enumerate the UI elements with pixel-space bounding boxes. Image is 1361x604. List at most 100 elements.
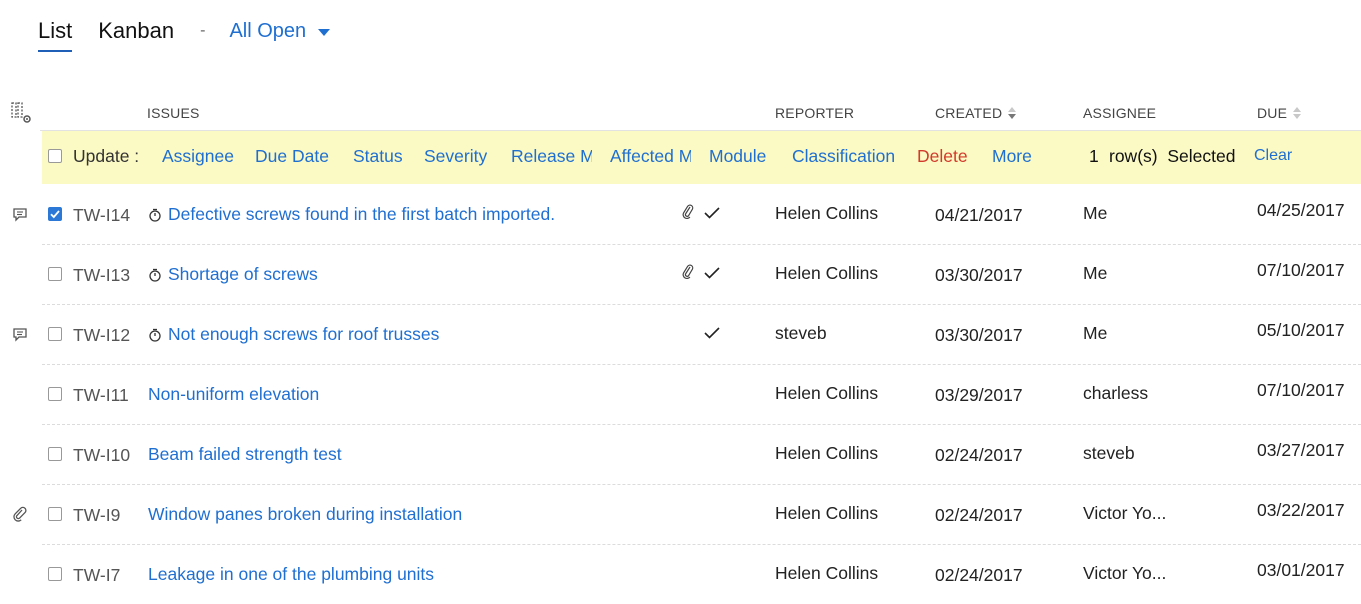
column-due[interactable]: DUE: [1257, 105, 1302, 121]
selected-count: 1: [1089, 146, 1099, 166]
bulk-release-milestone-button[interactable]: Release M: [511, 146, 592, 167]
table-row[interactable]: TW-I7 Leakage in one of the plumbing uni…: [42, 544, 1361, 604]
row-checkbox[interactable]: [48, 387, 62, 401]
table-row[interactable]: TW-I9 Window panes broken during install…: [42, 484, 1361, 545]
issue-title-link[interactable]: Shortage of screws: [168, 264, 318, 284]
attachment-icon[interactable]: [681, 204, 695, 220]
issue-id: TW-I11: [73, 385, 129, 405]
due-date[interactable]: 07/10/2017: [1257, 260, 1345, 281]
bulk-due-date-button[interactable]: Due Date: [255, 146, 329, 167]
bulk-action-bar: Update : Assignee Due Date Status Severi…: [42, 131, 1361, 184]
created-date: 03/30/2017: [935, 325, 1023, 345]
issue-title-link[interactable]: Defective screws found in the first batc…: [168, 204, 555, 224]
issue-title-link[interactable]: Beam failed strength test: [148, 444, 342, 465]
row-checkbox[interactable]: [48, 507, 62, 521]
checkmark-icon: [704, 267, 720, 279]
assignee[interactable]: Victor Yo...: [1083, 563, 1166, 584]
bulk-delete-button[interactable]: Delete: [917, 146, 968, 167]
bulk-affected-milestone-button[interactable]: Affected M: [610, 146, 691, 167]
comment-icon[interactable]: [12, 326, 28, 342]
created-date: 02/24/2017: [935, 565, 1023, 585]
column-created[interactable]: CREATED: [935, 105, 1017, 121]
filter-dropdown[interactable]: All Open: [229, 20, 331, 43]
bulk-status-button[interactable]: Status: [353, 146, 403, 167]
tab-kanban[interactable]: Kanban: [98, 18, 174, 50]
update-label: Update :: [73, 146, 140, 166]
select-all-checkbox[interactable]: [48, 149, 62, 163]
issue-title-link[interactable]: Non-uniform elevation: [148, 384, 319, 405]
reporter: Helen Collins: [775, 563, 879, 583]
attachment-icon[interactable]: [681, 264, 695, 280]
table-row[interactable]: TW-I12 Not enough screws for roof trusse…: [42, 304, 1361, 365]
view-switcher: List Kanban - All Open: [38, 18, 331, 54]
due-date[interactable]: 05/10/2017: [1257, 320, 1345, 341]
created-date: 04/21/2017: [935, 205, 1023, 225]
table-row[interactable]: TW-I10 Beam failed strength test Helen C…: [42, 424, 1361, 485]
reporter: Helen Collins: [775, 203, 879, 223]
column-due-label: DUE: [1257, 105, 1288, 121]
reporter: Helen Collins: [775, 443, 879, 463]
issue-title-cell: Defective screws found in the first batc…: [148, 204, 555, 225]
column-assignee[interactable]: ASSIGNEE: [1083, 105, 1156, 121]
created-date: 02/24/2017: [935, 505, 1023, 525]
due-date[interactable]: 03/01/2017: [1257, 560, 1345, 581]
row-checkbox[interactable]: [48, 567, 62, 581]
assignee[interactable]: Me: [1083, 323, 1107, 344]
caret-down-icon: [318, 29, 331, 36]
issue-id: TW-I14: [73, 205, 131, 225]
table-header: ISSUES REPORTER CREATED ASSIGNEE DUE: [40, 100, 1361, 131]
assignee[interactable]: Me: [1083, 203, 1107, 224]
reporter: Helen Collins: [775, 503, 879, 523]
bulk-severity-button[interactable]: Severity: [424, 146, 487, 167]
due-date[interactable]: 07/10/2017: [1257, 380, 1345, 401]
table-row[interactable]: TW-I11 Non-uniform elevation Helen Colli…: [42, 364, 1361, 425]
column-settings-icon[interactable]: [10, 101, 34, 125]
issue-title-cell: Not enough screws for roof trusses: [148, 324, 439, 345]
created-date: 02/24/2017: [935, 445, 1023, 465]
due-date[interactable]: 04/25/2017: [1257, 200, 1345, 221]
issue-title-cell: Shortage of screws: [148, 264, 318, 285]
bulk-more-button[interactable]: More: [992, 146, 1032, 167]
created-date: 03/29/2017: [935, 385, 1023, 405]
issue-id: TW-I7: [73, 565, 121, 585]
issue-id: TW-I12: [73, 325, 131, 345]
column-created-label: CREATED: [935, 105, 1003, 121]
due-date[interactable]: 03/22/2017: [1257, 500, 1345, 521]
reporter: Helen Collins: [775, 383, 879, 403]
column-issues[interactable]: ISSUES: [147, 105, 200, 121]
sort-icon: [1293, 107, 1302, 119]
bulk-assignee-button[interactable]: Assignee: [162, 146, 234, 167]
filter-label: All Open: [229, 20, 307, 42]
bulk-module-button[interactable]: Module: [709, 146, 766, 167]
row-checkbox[interactable]: [48, 447, 62, 461]
selected-text: row(s) Selected: [1109, 146, 1236, 166]
issue-title-link[interactable]: Leakage in one of the plumbing units: [148, 564, 434, 585]
sort-icon: [1008, 107, 1017, 119]
comment-icon[interactable]: [12, 206, 28, 222]
tab-list[interactable]: List: [38, 18, 73, 52]
view-separator: -: [200, 22, 206, 39]
issue-id: TW-I13: [73, 265, 131, 285]
issue-id: TW-I10: [73, 445, 131, 465]
issue-title-link[interactable]: Not enough screws for roof trusses: [168, 324, 439, 344]
due-date[interactable]: 03/27/2017: [1257, 440, 1345, 461]
created-date: 03/30/2017: [935, 265, 1023, 285]
clear-selection-button[interactable]: Clear: [1254, 147, 1292, 165]
assignee[interactable]: charless: [1083, 383, 1148, 404]
assignee[interactable]: Victor Yo...: [1083, 503, 1166, 524]
row-checkbox[interactable]: [48, 327, 62, 341]
row-checkbox[interactable]: [48, 267, 62, 281]
assignee[interactable]: steveb: [1083, 443, 1135, 464]
timer-icon: [149, 328, 161, 342]
column-reporter[interactable]: REPORTER: [775, 105, 854, 121]
assignee[interactable]: Me: [1083, 263, 1107, 284]
issue-id: TW-I9: [73, 505, 121, 525]
issue-title-link[interactable]: Window panes broken during installation: [148, 504, 462, 525]
row-checkbox[interactable]: [48, 207, 62, 221]
reporter: Helen Collins: [775, 263, 879, 283]
table-row[interactable]: TW-I13 Shortage of screws Helen Collins …: [42, 244, 1361, 305]
attachment-icon[interactable]: [12, 506, 28, 522]
bulk-classification-button[interactable]: Classification: [792, 146, 895, 167]
table-row[interactable]: TW-I14 Defective screws found in the fir…: [42, 184, 1361, 245]
checkmark-icon: [704, 207, 720, 219]
